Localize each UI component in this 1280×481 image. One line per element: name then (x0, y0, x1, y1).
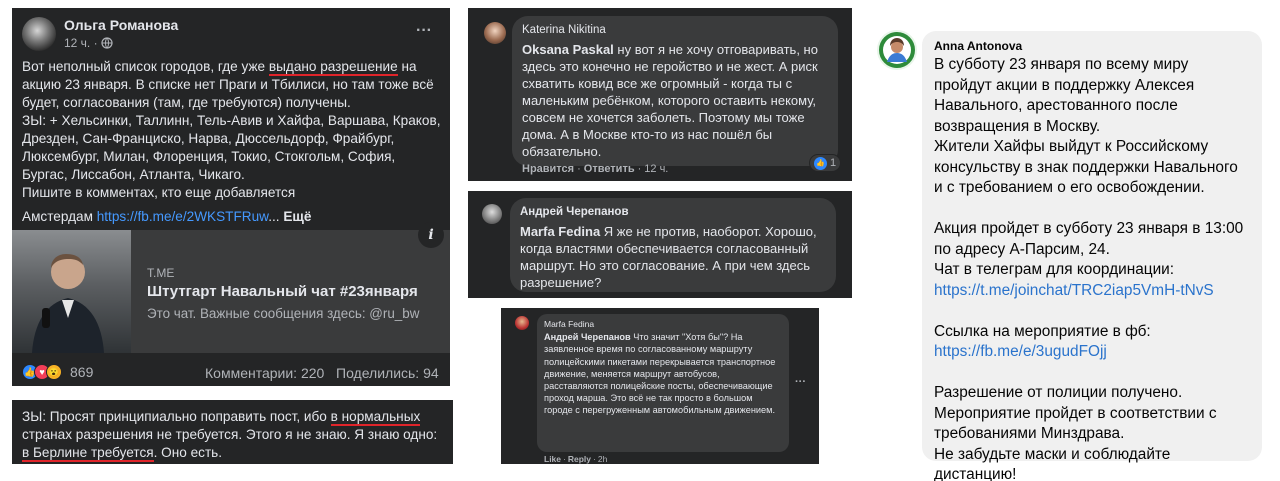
highlight-berlin: в Берлине требуется (22, 445, 154, 462)
globe-icon (101, 37, 113, 49)
comment-time[interactable]: 2h (598, 454, 607, 464)
message-paragraph-8: Не забудьте маски и соблюдайте дистанцию… (934, 445, 1171, 481)
card-title[interactable]: Штутгарт Навальный чат #23января (147, 283, 418, 300)
telegram-link[interactable]: https://t.me/joinchat/TRC2iap5VmH-tNvS (934, 281, 1250, 302)
profile-photo-icon (883, 36, 911, 64)
sender-avatar[interactable] (877, 30, 917, 70)
reply-link[interactable]: Reply (568, 454, 591, 464)
post-paragraph-2: ЗЫ: + Хельсинки, Таллинн, Тель-Авив и Ха… (22, 113, 441, 182)
comment-like-count: 1 (830, 157, 837, 169)
post-paragraph-4: Амстердам https://fb.me/e/2WKSTFRuw... Е… (22, 209, 312, 224)
comment-thread-2: Андрей Черепанов Marfa Fedina Я же не пр… (468, 191, 852, 298)
card-domain: T.ME (147, 266, 175, 280)
comment-text: Oksana Paskal ну вот я не хочу отговарив… (522, 42, 818, 159)
comment-time[interactable]: 12 ч. (644, 163, 668, 175)
see-more-link[interactable]: Ещё (283, 209, 311, 224)
comment-mention[interactable]: Marfa Fedina (520, 224, 600, 239)
card-description: Это чат. Важные сообщения здесь: @ru_bw (147, 306, 420, 321)
comment-bubble: Katerina Nikitina Oksana Paskal ну вот я… (512, 16, 838, 166)
post-time[interactable]: 12 ч. · (64, 36, 98, 50)
comment-mention[interactable]: Oksana Paskal (522, 42, 614, 57)
comment-thread-1: Katerina Nikitina Oksana Paskal ну вот я… (468, 8, 852, 181)
comment-options-button[interactable]: ··· (795, 376, 806, 388)
like-link[interactable]: Нравится (522, 163, 574, 175)
fb-post: Ольга Романова 12 ч. · ··· Вот неполный … (12, 8, 450, 386)
reactions-count: 869 (70, 364, 94, 380)
post-paragraph-1: Вот неполный список городов, где уже выд… (22, 59, 434, 110)
comment-like-badge[interactable]: 👍 1 (809, 154, 842, 172)
commenter-avatar[interactable] (515, 316, 529, 330)
highlight-normal-countries: в нормальных (330, 409, 421, 426)
comment-mention[interactable]: Андрей Черепанов (544, 332, 631, 342)
post-options-button[interactable]: ··· (416, 22, 432, 40)
wow-reaction-icon: 😮 (46, 364, 62, 380)
highlight-permission: выдано разрешение (268, 59, 398, 76)
message-author[interactable]: Anna Antonova (934, 39, 1250, 53)
like-link[interactable]: Like (544, 454, 561, 464)
comments-count[interactable]: Комментарии: 220 (205, 365, 324, 381)
commenter-avatar[interactable] (484, 22, 506, 44)
message-paragraph-2: Жители Хайфы выйдут к Российскому консул… (934, 138, 1238, 196)
comment-actions: Like · Reply · 2h (544, 454, 608, 464)
post-link[interactable]: https://fb.me/e/2WKSTFRuw (97, 209, 269, 224)
person-photo-icon (32, 254, 104, 353)
comment-author[interactable]: Katerina Nikitina (522, 22, 828, 39)
message-paragraph-7: Мероприятие пройдет в соответствии с тре… (934, 404, 1217, 443)
card-thumbnail (12, 230, 131, 353)
post-author[interactable]: Ольга Романова (64, 17, 178, 33)
comment-text: Marfa Fedina Я же не против, наоборот. Х… (520, 224, 817, 290)
info-icon: i (428, 227, 434, 243)
message-text: В субботу 23 января по всему миру пройду… (934, 55, 1250, 481)
comment-thread-3: Marfa Fedina Андрей Черепанов Что значит… (501, 308, 819, 464)
post-meta: 12 ч. · (64, 36, 113, 50)
comment-bubble: Marfa Fedina Андрей Черепанов Что значит… (537, 314, 789, 452)
message-paragraph-6: Разрешение от полиции получено. (934, 384, 1183, 401)
message-paragraph-4: Чат в телеграм для координации: (934, 261, 1175, 278)
post-body: Вот неполный список городов, где уже выд… (22, 58, 444, 226)
reactions-summary[interactable]: 👍 ♥ 😮 869 (22, 364, 93, 380)
message-paragraph-5: Ссылка на мероприятие в фб: (934, 322, 1151, 340)
card-info-button[interactable]: i (418, 222, 444, 248)
message-bubble: Anna Antonova В субботу 23 января по все… (922, 31, 1262, 481)
message-paragraph-1: В субботу 23 января по всему миру пройду… (934, 56, 1195, 135)
message-paragraph-3: Акция пройдет в субботу 23 января в 13:0… (934, 220, 1244, 258)
link-card[interactable]: T.ME Штутгарт Навальный чат #23января Эт… (12, 222, 450, 353)
comment-author[interactable]: Marfa Fedina (544, 318, 782, 330)
commenter-avatar[interactable] (482, 204, 502, 224)
post-paragraph-3: Пишите в комментах, кто еще добавляется (22, 185, 296, 200)
event-link[interactable]: https://fb.me/e/3ugudFOjj (934, 342, 1250, 363)
shares-count[interactable]: Поделились: 94 (336, 365, 439, 381)
like-reaction-icon: 👍 (814, 156, 827, 170)
comment-text: Андрей Черепанов Что значит "Хотя бы"? Н… (544, 332, 776, 416)
comment-bubble: Андрей Черепанов Marfa Fedina Я же не пр… (510, 198, 836, 292)
reply-link[interactable]: Ответить (584, 163, 635, 175)
author-avatar[interactable] (22, 17, 56, 51)
comment-author[interactable]: Андрей Черепанов (520, 204, 826, 221)
post-addendum: ЗЫ: Просят принципиально поправить пост,… (12, 400, 453, 464)
comment-actions: Нравится · Ответить · 12 ч. (522, 163, 669, 175)
